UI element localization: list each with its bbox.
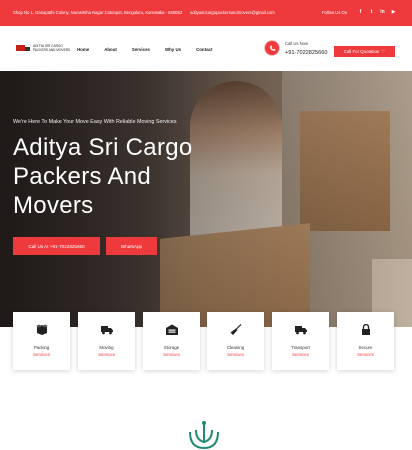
logo-text-line2: PACKERS AND MOVERS [33, 48, 71, 52]
lock-icon [361, 324, 370, 335]
truck-icon [294, 326, 307, 335]
service-title: Transport [291, 345, 310, 350]
truck-logo-icon [16, 44, 30, 52]
nav-about[interactable]: About [104, 47, 117, 52]
service-title: Secure [358, 345, 373, 350]
call-now-block[interactable]: Call Us Now +91-7022825660 [264, 40, 327, 56]
open-box-icon [35, 324, 48, 335]
address-text: Shop No 1, Ganapathi Colony, Narasimha N… [13, 10, 183, 15]
facebook-icon[interactable]: f [358, 9, 363, 15]
service-title: Cleaning [226, 345, 245, 350]
hero-title: Aditya Sri Cargo Packers And Movers [13, 133, 273, 220]
service-card-transport[interactable]: Transport Services [272, 312, 329, 370]
main-nav: Home About Services Why Us Contact [77, 47, 227, 52]
service-title: Packing [33, 345, 50, 350]
heart-icon: ♡ [381, 48, 386, 54]
site-logo[interactable]: ADITYA SRI CARGO PACKERS AND MOVERS [16, 44, 70, 52]
youtube-icon[interactable]: ▶ [391, 9, 396, 15]
service-title: Moving [99, 345, 114, 350]
service-subtitle: Services [357, 352, 374, 357]
quote-button-label: Call For Quotation [343, 49, 380, 54]
hero-title-line1: Aditya Sri Cargo [13, 134, 193, 161]
nav-why-us[interactable]: Why Us [165, 47, 181, 52]
service-subtitle: Services [227, 352, 244, 357]
call-for-quotation-button[interactable]: Call For Quotation ♡ [334, 46, 395, 57]
call-us-button[interactable]: Call Us At +91-7022825660 [13, 237, 100, 255]
service-card-cleaning[interactable]: Cleaning Services [207, 312, 264, 370]
hero-tagline: We're Here To Make Your Move Easy With R… [13, 119, 177, 125]
broom-icon [230, 324, 241, 335]
twitter-icon[interactable]: t [369, 9, 374, 15]
service-card-packing[interactable]: Packing Services [13, 312, 70, 370]
service-card-secure[interactable]: Secure Services [337, 312, 394, 370]
nav-contact[interactable]: Contact [196, 47, 212, 52]
service-subtitle: Services [33, 352, 50, 357]
truck-icon [100, 326, 113, 335]
logo-text: ADITYA SRI CARGO PACKERS AND MOVERS [33, 44, 70, 52]
whatsapp-button[interactable]: WhatsApp [106, 237, 157, 255]
service-title: Storage [163, 345, 180, 350]
linkedin-icon[interactable]: in [380, 9, 385, 15]
service-subtitle: Services [163, 352, 180, 357]
social-links: f t in ▶ [358, 9, 396, 15]
company-emblem-icon [189, 421, 219, 450]
email-link[interactable]: adityasricargopackersandmovers@gmail.com [190, 10, 275, 15]
warehouse-icon [165, 324, 178, 335]
service-subtitle: Services [292, 352, 309, 357]
services-row: Packing Services Moving Services Storage… [0, 312, 412, 372]
hero-title-line2: Packers And [13, 163, 152, 190]
call-label: Call Us Now [285, 40, 309, 46]
top-info-bar: Shop No 1, Ganapathi Colony, Narasimha N… [0, 0, 412, 26]
call-number[interactable]: +91-7022825660 [285, 50, 327, 56]
hero-title-line3: Movers [13, 192, 94, 219]
site-header: ADITYA SRI CARGO PACKERS AND MOVERS Home… [0, 26, 412, 71]
service-subtitle: Services [98, 352, 115, 357]
service-card-storage[interactable]: Storage Services [143, 312, 200, 370]
hero-banner: We're Here To Make Your Move Easy With R… [0, 71, 412, 327]
nav-services[interactable]: Services [132, 47, 150, 52]
service-card-moving[interactable]: Moving Services [78, 312, 135, 370]
phone-icon [264, 40, 280, 56]
nav-home[interactable]: Home [77, 47, 89, 52]
follow-label: Follow Us On [322, 10, 348, 15]
